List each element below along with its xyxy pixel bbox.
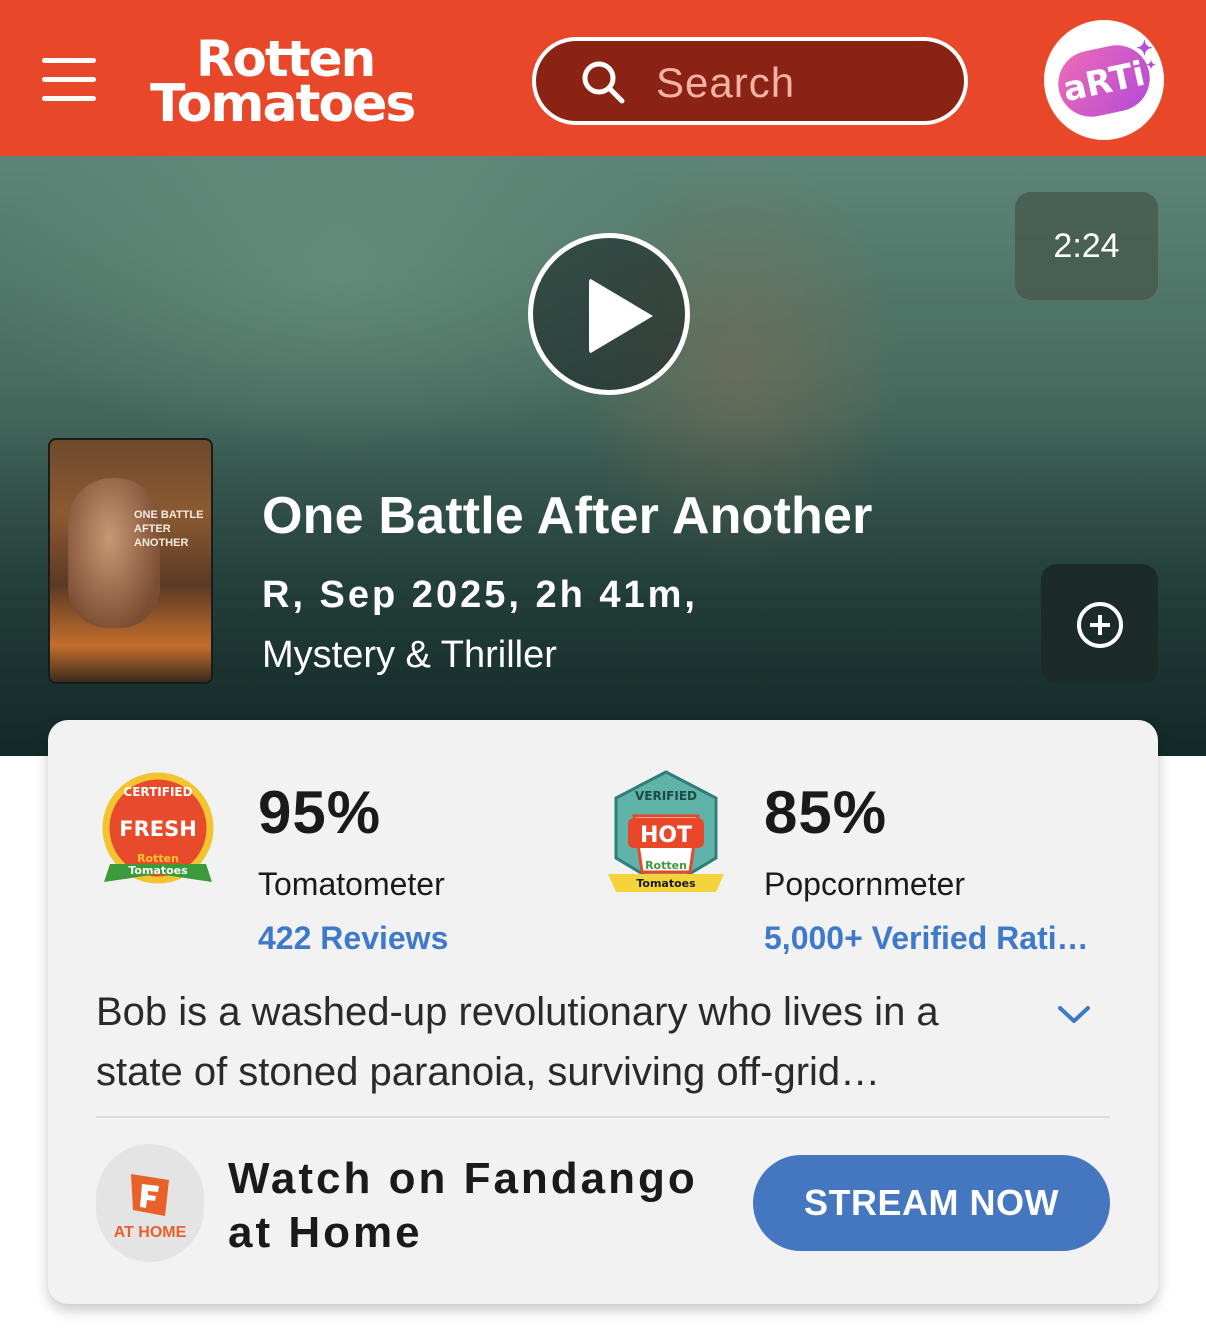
poster-title-text: ONE BATTLE AFTER ANOTHER xyxy=(134,509,204,549)
fandango-at-home-logo: AT HOME xyxy=(96,1144,204,1262)
add-circle-icon xyxy=(1077,602,1123,648)
search-placeholder: Search xyxy=(656,59,796,106)
synopsis-text: Bob is a washed-up revolutionary who liv… xyxy=(96,990,939,1094)
svg-text:HOT: HOT xyxy=(640,823,692,848)
arti-avatar-button[interactable]: aRTi ✦ ✦ xyxy=(1044,20,1164,140)
hero-trailer: 2:24 ONE BATTLE AFTER ANOTHER One Battle… xyxy=(0,156,1206,756)
sparkle-small-icon: ✦ xyxy=(1146,58,1157,72)
watch-on-fandango-label: Watch on Fandango at Home xyxy=(228,1154,698,1257)
verified-hot-icon: HOT VERIFIED Rotten Tomatoes xyxy=(608,770,724,892)
movie-title: One Battle After Another xyxy=(262,487,873,545)
popcornmeter-score: 85% xyxy=(764,779,888,846)
svg-text:Tomatoes: Tomatoes xyxy=(636,877,696,890)
stream-now-button[interactable]: STREAM NOW xyxy=(753,1155,1110,1251)
verified-ratings-link[interactable]: 5,000+ Verified Ratings xyxy=(764,920,1104,957)
chevron-down-icon[interactable] xyxy=(1056,1002,1092,1026)
tomatometer-label: Tomatometer xyxy=(258,866,445,902)
top-header: Rotten Tomatoes Search aRTi ✦ ✦ xyxy=(0,0,1206,156)
popcornmeter-label: Popcornmeter xyxy=(764,866,965,902)
movie-meta: R, Sep 2025, 2h 41m, xyxy=(262,574,698,616)
add-to-watchlist-button[interactable] xyxy=(1041,564,1158,684)
poster-face-art xyxy=(68,478,160,628)
search-icon xyxy=(582,61,625,104)
svg-text:Rotten: Rotten xyxy=(645,859,687,872)
rotten-tomatoes-logo[interactable]: Rotten Tomatoes xyxy=(150,34,480,130)
trailer-duration-badge: 2:24 xyxy=(1015,192,1158,300)
svg-text:CERTIFIED: CERTIFIED xyxy=(123,785,192,799)
at-home-text: AT HOME xyxy=(113,1224,187,1241)
play-trailer-button[interactable] xyxy=(528,233,690,395)
hamburger-menu-icon[interactable] xyxy=(42,58,96,102)
fandango-f-icon xyxy=(131,1174,169,1216)
card-divider xyxy=(96,1116,1110,1118)
movie-poster[interactable]: ONE BATTLE AFTER ANOTHER xyxy=(48,438,213,684)
search-input[interactable]: Search xyxy=(532,37,968,125)
tomatometer-score: 95% xyxy=(258,779,382,846)
score-card: FRESH CERTIFIED Rotten Tomatoes 95% Toma… xyxy=(48,720,1158,1304)
critic-reviews-link[interactable]: 422 Reviews xyxy=(258,920,448,957)
svg-text:Tomatoes: Tomatoes xyxy=(128,864,188,877)
svg-text:VERIFIED: VERIFIED xyxy=(635,789,697,803)
logo-line-2: Tomatoes xyxy=(150,74,416,134)
svg-text:FRESH: FRESH xyxy=(119,817,197,841)
play-icon xyxy=(589,278,653,354)
movie-genre: Mystery & Thriller xyxy=(262,634,557,676)
certified-fresh-icon: FRESH CERTIFIED Rotten Tomatoes xyxy=(102,772,214,884)
